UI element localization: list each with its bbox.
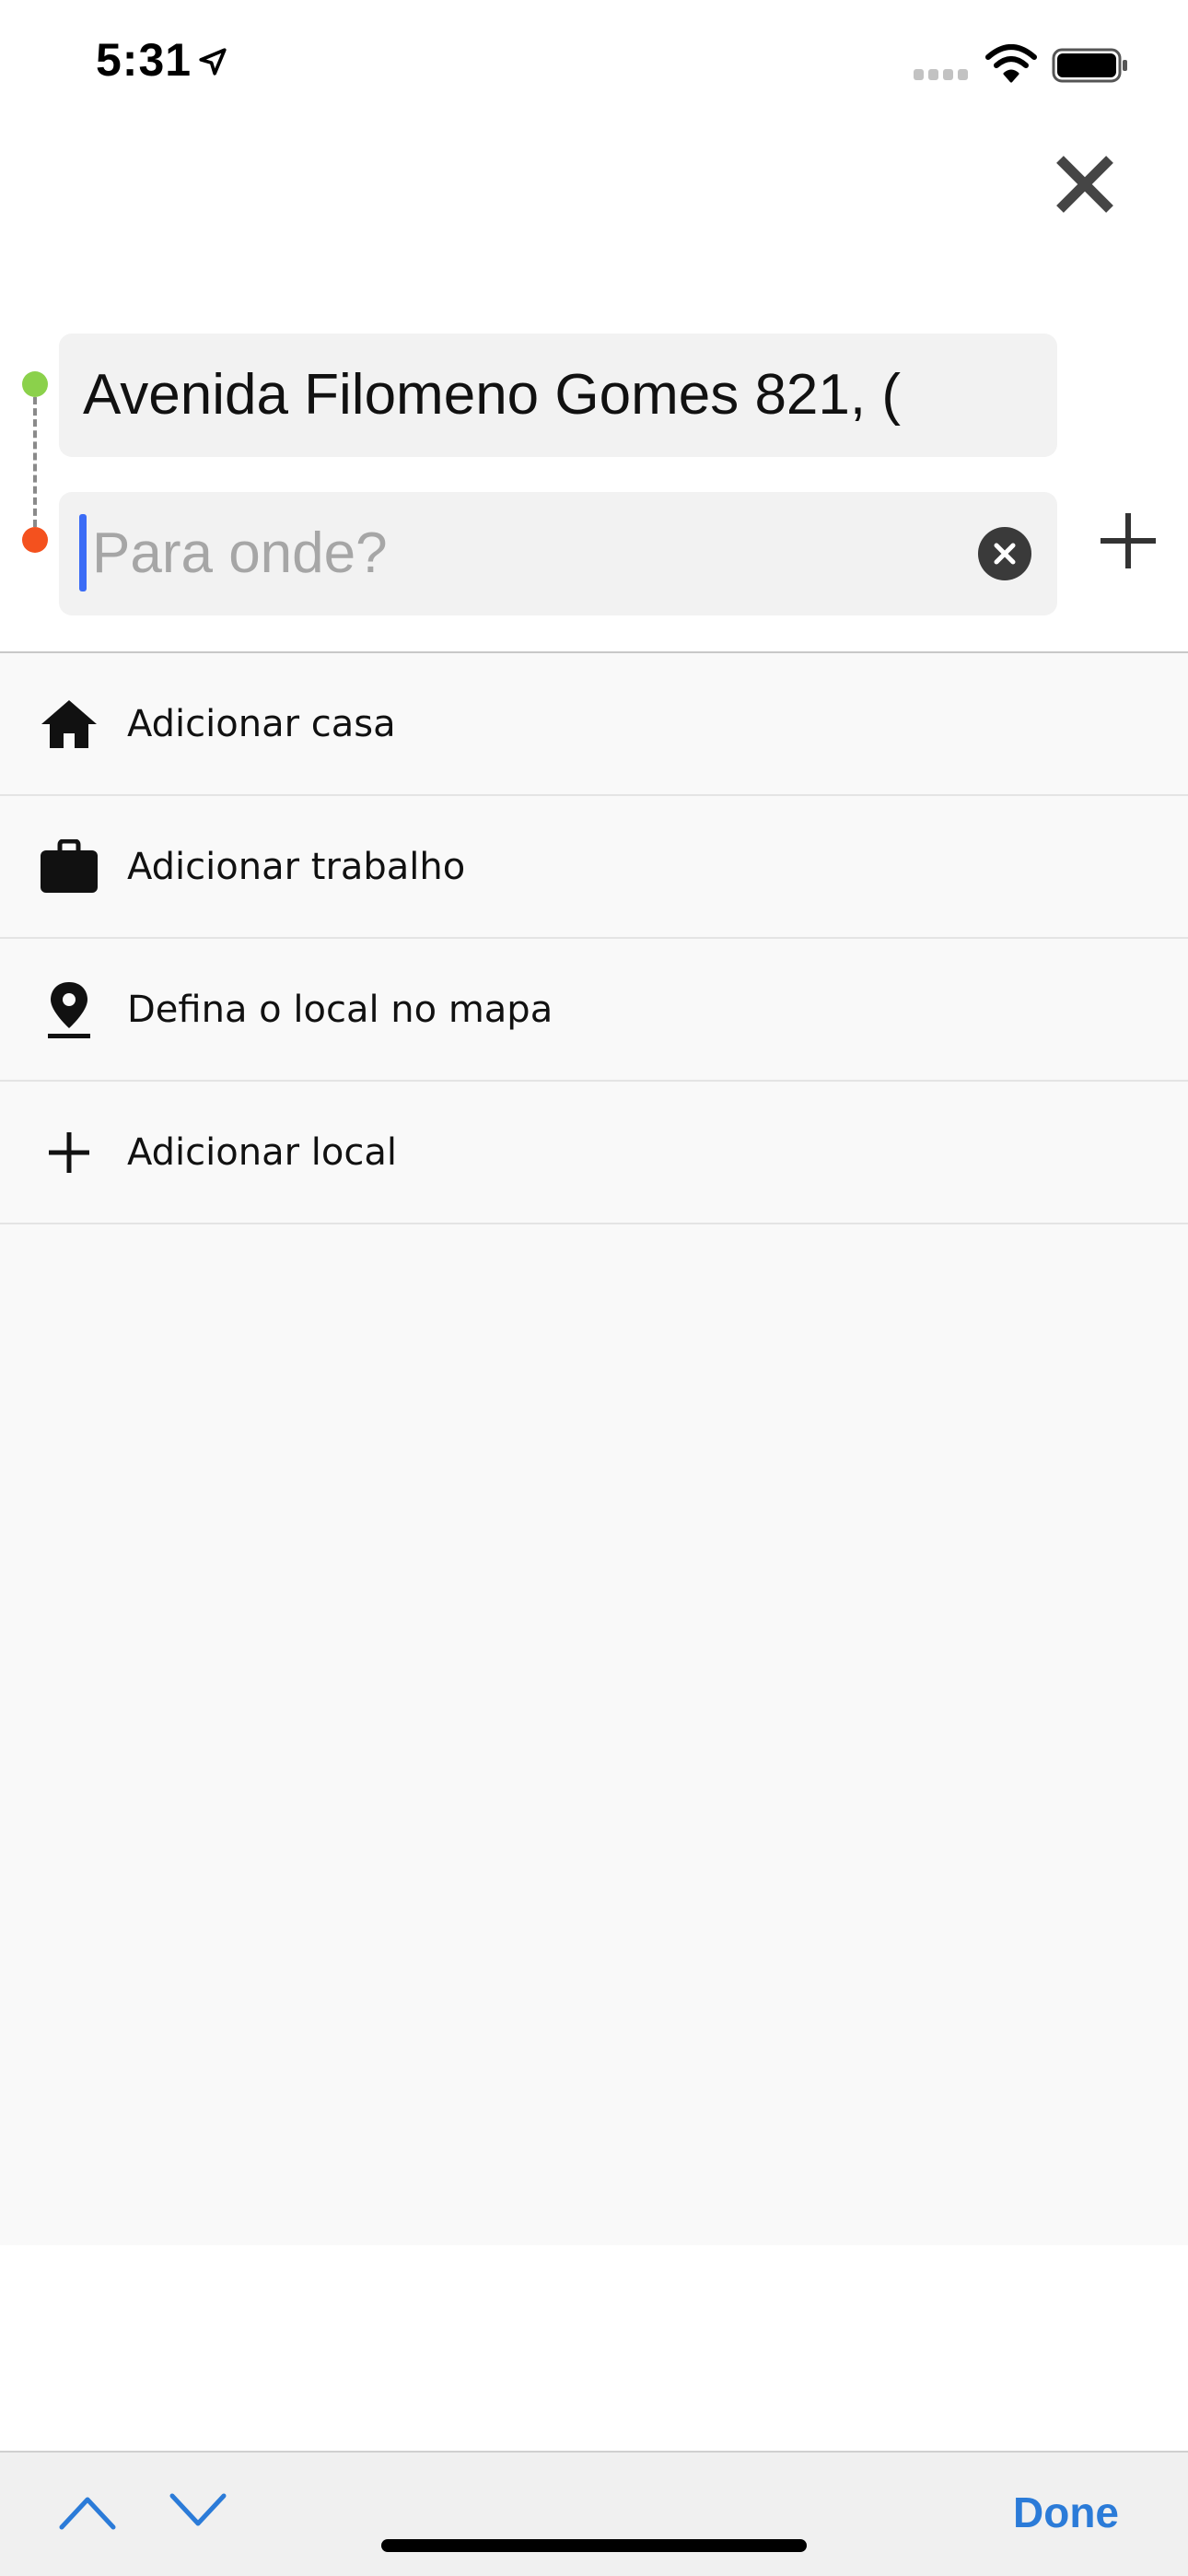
keyboard-accessory-bar: Done <box>0 2451 1188 2576</box>
list-item-label: Adicionar local <box>127 1131 397 1174</box>
cellular-signal-icon <box>914 68 969 85</box>
add-stop-button[interactable] <box>1096 509 1160 573</box>
origin-field[interactable]: Avenida Filomeno Gomes 821, ( <box>59 334 1057 457</box>
clear-destination-button[interactable] <box>978 527 1031 580</box>
suggestions-list: Adicionar casa Adicionar trabalho Defina… <box>0 651 1188 2245</box>
chevron-up-icon <box>59 2497 116 2530</box>
route-dashed-line <box>33 397 37 527</box>
status-time: 5:31 <box>96 34 192 86</box>
close-icon <box>1056 156 1113 213</box>
plus-icon <box>1101 513 1156 568</box>
list-item-label: Defina o local no mapa <box>127 989 553 1031</box>
route-end-dot <box>22 527 48 553</box>
list-item-add-home[interactable]: Adicionar casa <box>0 653 1188 796</box>
home-indicator <box>381 2539 807 2552</box>
map-pin-icon <box>37 978 101 1042</box>
origin-value: Avenida Filomeno Gomes 821, ( <box>83 363 901 427</box>
briefcase-icon <box>37 835 101 899</box>
chevron-down-icon <box>169 2493 227 2526</box>
list-item-label: Adicionar trabalho <box>127 846 466 888</box>
list-item-set-on-map[interactable]: Defina o local no mapa <box>0 939 1188 1082</box>
home-icon <box>37 692 101 756</box>
wifi-icon <box>985 44 1037 88</box>
plus-icon <box>37 1120 101 1185</box>
list-item-add-place[interactable]: Adicionar local <box>0 1082 1188 1224</box>
list-item-label: Adicionar casa <box>127 703 396 745</box>
close-button[interactable] <box>1050 149 1120 219</box>
battery-icon <box>1052 48 1129 88</box>
clear-circle-icon <box>994 543 1016 565</box>
previous-field-button[interactable] <box>55 2484 120 2539</box>
status-bar: 5:31 <box>0 0 1188 129</box>
destination-input[interactable] <box>83 492 1004 615</box>
list-item-add-work[interactable]: Adicionar trabalho <box>0 796 1188 939</box>
done-button[interactable]: Done <box>1013 2480 1119 2545</box>
location-arrow-icon <box>197 46 228 82</box>
route-start-dot <box>22 371 48 397</box>
next-field-button[interactable] <box>166 2484 230 2539</box>
destination-field[interactable] <box>59 492 1057 615</box>
